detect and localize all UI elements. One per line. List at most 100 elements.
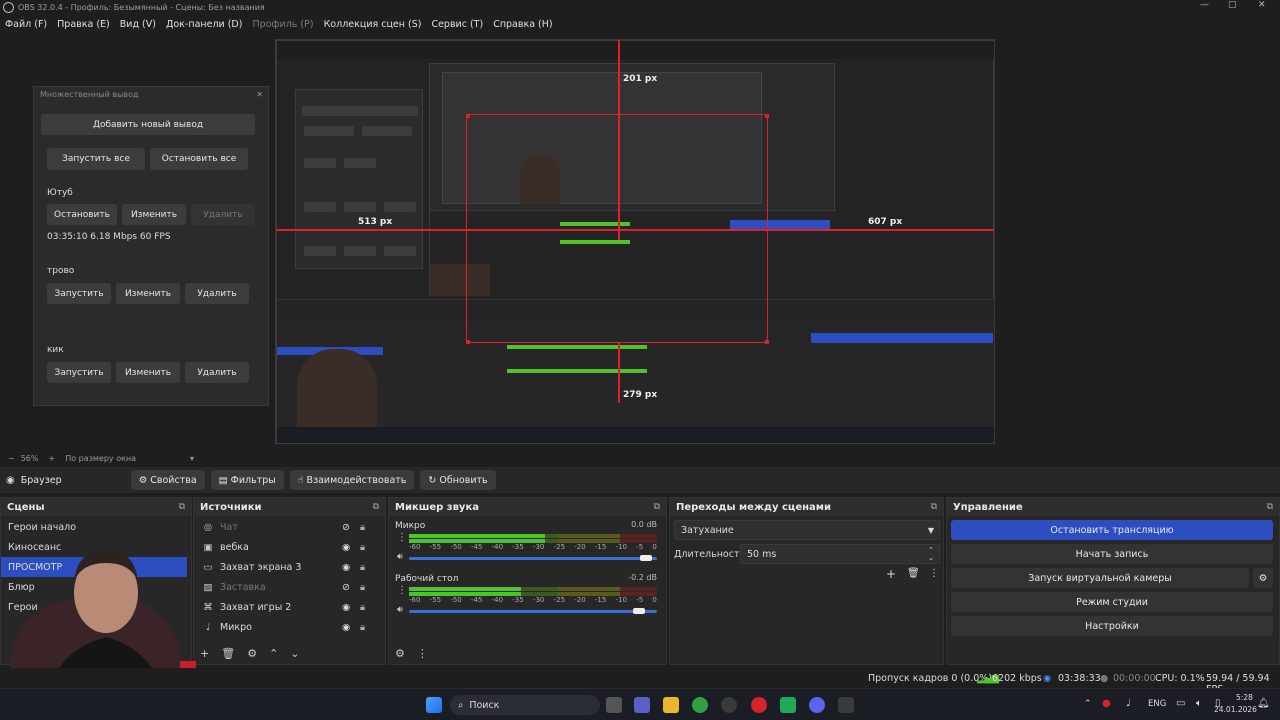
trash-icon[interactable]: 🗑︎ — [221, 647, 235, 660]
kick-delete-button[interactable]: Удалить — [185, 362, 249, 383]
source-item[interactable]: ▭ Захват экрана 3 ◉ 🔒︎ — [194, 557, 385, 577]
duration-spinbox[interactable]: 50 ms ⌃ ⌄ — [740, 544, 940, 564]
add-output-button[interactable]: Добавить новый вывод — [41, 114, 255, 135]
dock-float-icon[interactable]: ⧉ — [1267, 502, 1273, 512]
steam-icon[interactable] — [838, 697, 854, 713]
play-app-icon[interactable] — [780, 697, 796, 713]
minimize-icon[interactable]: — — [1200, 0, 1209, 10]
language-indicator[interactable]: ENG — [1148, 699, 1166, 709]
add-icon[interactable]: + — [200, 647, 209, 660]
zoom-in-icon[interactable]: + — [48, 454, 55, 463]
tray-chevron-up-icon[interactable]: ⌃ — [1084, 699, 1092, 709]
windows-start-icon[interactable] — [426, 697, 442, 713]
dock-float-icon[interactable]: ⧉ — [179, 502, 185, 512]
source-item[interactable]: ♩ Микро ◉ 🔒︎ — [194, 617, 385, 637]
obs-app-icon[interactable] — [721, 697, 737, 713]
tray-app-icon[interactable]: ● — [1102, 698, 1111, 709]
eye-icon[interactable]: ◉ — [342, 602, 350, 613]
scene-item[interactable]: Герои начало — [1, 517, 191, 537]
source-item[interactable]: ▣ вебка ◉ 🔒︎ — [194, 537, 385, 557]
start-all-button[interactable]: Запустить все — [47, 148, 145, 170]
source-item[interactable]: ◎ Чат ⊘ 🔒︎ — [194, 517, 385, 537]
filters-button[interactable]: ▤ Фильтры — [210, 470, 284, 490]
lock-icon[interactable]: 🔒︎ — [360, 582, 365, 593]
volume-knob[interactable] — [633, 608, 645, 614]
properties-button[interactable]: ⚙ Свойства — [130, 470, 205, 490]
lock-icon[interactable]: 🔒︎ — [360, 542, 365, 553]
maximize-icon[interactable]: ▢ — [1228, 0, 1237, 10]
network-icon[interactable]: ▭ — [1176, 698, 1185, 709]
eye-icon[interactable]: ◉ — [342, 622, 350, 633]
lock-icon[interactable]: 🔒︎ — [360, 622, 365, 633]
refresh-button[interactable]: ↻ Обновить — [420, 470, 496, 490]
settings-button[interactable]: Настройки — [951, 616, 1273, 636]
stop-stream-button[interactable]: Остановить трансляцию — [951, 520, 1273, 540]
eye-icon[interactable]: ◉ — [342, 542, 350, 553]
add-icon[interactable]: + — [886, 567, 896, 581]
kebab-icon[interactable]: ⋮ — [929, 568, 939, 579]
yandex-browser-icon[interactable] — [751, 697, 767, 713]
chrome-icon[interactable] — [692, 697, 708, 713]
menu-edit[interactable]: Правка (E) — [52, 19, 115, 30]
youtube-edit-button[interactable]: Изменить — [122, 204, 186, 225]
chevron-up-icon[interactable]: ⌃ — [269, 647, 278, 660]
trash-icon[interactable]: 🗑︎ — [907, 568, 920, 579]
mixer-settings-icon[interactable]: ⚙ — [395, 647, 405, 660]
dock-float-icon[interactable]: ⧉ — [654, 502, 660, 512]
start-record-button[interactable]: Начать запись — [951, 544, 1273, 564]
resize-handle[interactable] — [466, 114, 470, 118]
taskbar-search[interactable]: ⌕ Поиск — [450, 695, 600, 715]
lock-icon[interactable]: 🔒︎ — [360, 602, 365, 613]
file-explorer-icon[interactable] — [663, 697, 679, 713]
notification-bell-icon[interactable]: 🔔︎ — [1257, 698, 1270, 709]
resize-handle[interactable] — [765, 114, 769, 118]
kick-start-button[interactable]: Запустить — [47, 362, 111, 383]
discord-icon[interactable] — [809, 697, 825, 713]
close-icon[interactable]: ✕ — [1258, 0, 1266, 10]
menu-view[interactable]: Вид (V) — [115, 19, 161, 30]
menu-scene-collection[interactable]: Коллекция сцен (S) — [319, 19, 427, 30]
volume-knob[interactable] — [640, 555, 652, 561]
chat-app-icon[interactable] — [634, 697, 650, 713]
eye-icon[interactable]: ◉ — [342, 562, 350, 573]
menu-profile[interactable]: Профиль (P) — [247, 19, 318, 30]
clock-date[interactable]: 24.01.2026 — [1214, 705, 1257, 714]
eye-hidden-icon[interactable]: ⊘ — [342, 582, 350, 593]
volume-slider[interactable] — [409, 608, 657, 614]
zoom-dropdown-icon[interactable]: ▾ — [190, 454, 194, 463]
tray-mic-icon[interactable]: ♩ — [1126, 698, 1131, 709]
kick-edit-button[interactable]: Изменить — [116, 362, 180, 383]
kebab-icon[interactable]: ⋮ — [417, 647, 428, 660]
zoom-mode[interactable]: По размеру окна — [65, 454, 136, 463]
dock-float-icon[interactable]: ⧉ — [931, 502, 937, 512]
chevron-down-icon[interactable]: ⌄ — [290, 647, 299, 660]
youtube-delete-button[interactable]: Удалить — [191, 204, 255, 225]
speaker-icon[interactable]: 🔊︎ — [397, 605, 403, 615]
kebab-icon[interactable]: ⋮ — [397, 585, 407, 596]
stop-all-button[interactable]: Остановить все — [150, 148, 248, 170]
source-bounding-box[interactable] — [466, 114, 768, 343]
eye-hidden-icon[interactable]: ⊘ — [342, 522, 350, 533]
youtube-stop-button[interactable]: Остановить — [47, 204, 117, 225]
trovo-start-button[interactable]: Запустить — [47, 283, 111, 304]
virtual-camera-button[interactable]: Запуск виртуальной камеры — [951, 568, 1249, 588]
trovo-delete-button[interactable]: Удалить — [185, 283, 249, 304]
volume-icon[interactable]: 🔈︎ — [1196, 698, 1202, 709]
menu-help[interactable]: Справка (H) — [488, 19, 557, 30]
studio-mode-button[interactable]: Режим студии — [951, 592, 1273, 612]
volume-slider[interactable] — [409, 555, 657, 561]
resize-handle[interactable] — [466, 340, 470, 344]
speaker-icon[interactable]: 🔊︎ — [397, 552, 403, 562]
lock-icon[interactable]: 🔒︎ — [360, 562, 365, 573]
resize-handle[interactable] — [765, 340, 769, 344]
source-item[interactable]: ⌘ Захват игры 2 ◉ 🔒︎ — [194, 597, 385, 617]
virtual-camera-settings-icon[interactable]: ⚙ — [1253, 568, 1273, 588]
dock-close-icon[interactable]: ✕ — [256, 90, 263, 99]
menu-file[interactable]: Файл (F) — [0, 19, 52, 30]
task-view-icon[interactable] — [606, 697, 622, 713]
spin-arrows-icon[interactable]: ⌃ ⌄ — [928, 546, 934, 562]
clock-time[interactable]: 5:28 — [1236, 693, 1253, 702]
trovo-edit-button[interactable]: Изменить — [116, 283, 180, 304]
kebab-icon[interactable]: ⋮ — [397, 532, 407, 543]
preview-canvas[interactable]: 201 px 513 px 607 px 279 px — [275, 39, 995, 444]
